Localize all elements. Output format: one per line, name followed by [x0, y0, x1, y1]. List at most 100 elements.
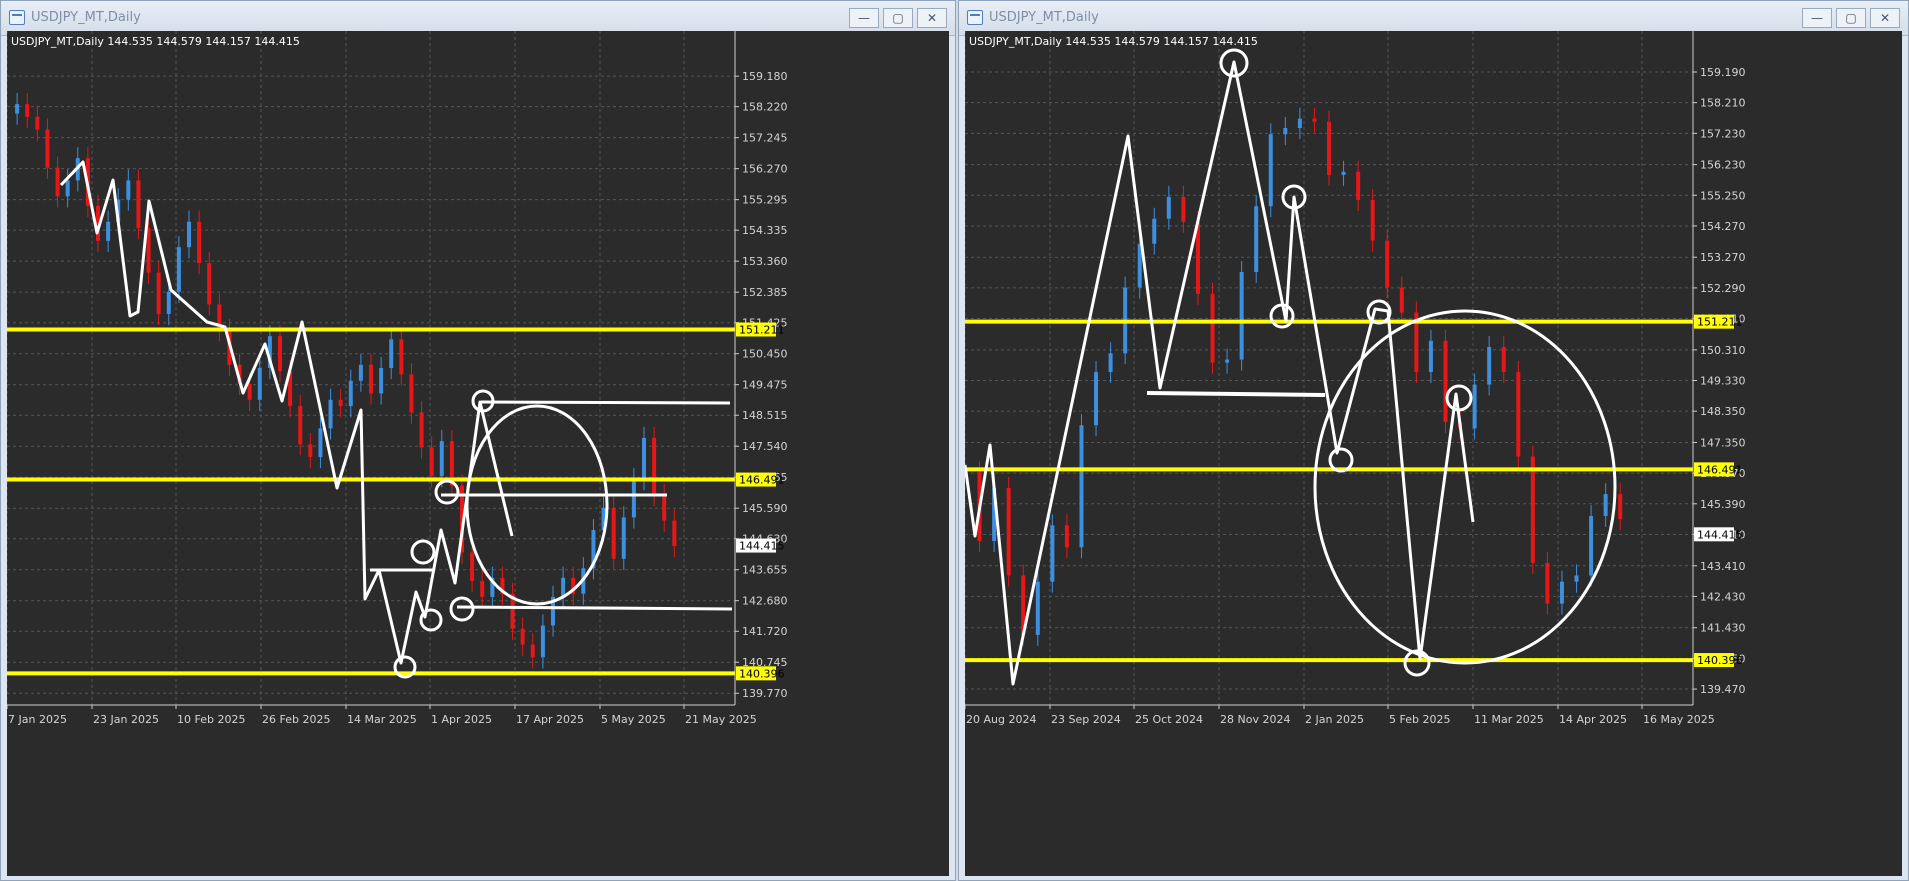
y-tick-label: 155.295	[742, 194, 788, 207]
x-tick-label: 5 Feb 2025	[1389, 713, 1450, 726]
candle-body	[480, 581, 485, 597]
x-tick-label: 16 May 2025	[1643, 713, 1715, 726]
x-tick-label: 20 Aug 2024	[966, 713, 1036, 726]
y-tick-label: 150.450	[742, 348, 788, 361]
candle-body	[1064, 525, 1069, 548]
x-tick-label: 1 Apr 2025	[431, 713, 492, 726]
candle-body	[1297, 118, 1302, 129]
candle-body	[106, 221, 111, 241]
candle-body	[1254, 206, 1259, 272]
chart-window-left[interactable]: USDJPY_MT,Daily — ▢ ✕ USDJPY_MT,Daily 14…	[0, 0, 956, 881]
x-tick-label: 23 Jan 2025	[93, 713, 159, 726]
y-tick-label: 139.770	[742, 687, 788, 700]
candle-body	[470, 552, 475, 582]
candle-body	[308, 444, 313, 458]
candle-body	[389, 339, 394, 368]
x-tick-label: 5 May 2025	[601, 713, 666, 726]
candle-body	[520, 628, 525, 645]
chart-window-right[interactable]: USDJPY_MT,Daily — ▢ ✕ USDJPY_MT,Daily 14…	[958, 0, 1909, 881]
resistance-line	[480, 400, 731, 405]
y-tick-label: 152.290	[1700, 282, 1746, 295]
candle-body	[1545, 562, 1550, 604]
x-tick-label: 21 May 2025	[685, 713, 757, 726]
y-tick-label: 150.310	[1700, 344, 1746, 357]
chart-area[interactable]: USDJPY_MT,Daily 144.535 144.579 144.157 …	[7, 31, 949, 876]
y-tick-label: 139.470	[1700, 683, 1746, 696]
candle-body	[439, 441, 444, 477]
x-tick-label: 14 Mar 2025	[347, 713, 417, 726]
x-tick-label: 28 Nov 2024	[1220, 713, 1290, 726]
y-tick-label: 143.655	[742, 564, 788, 577]
candle-body	[561, 577, 566, 597]
candle-body	[136, 180, 141, 229]
pivot-circle	[434, 479, 460, 505]
current-price-label: 144.415	[1697, 528, 1743, 541]
candle-body	[197, 221, 202, 264]
y-tick-label: 154.270	[1700, 220, 1746, 233]
candle-body	[631, 479, 636, 518]
price-chart[interactable]: USDJPY_MT,Daily 144.535 144.579 144.157 …	[965, 31, 1904, 878]
analysis-drawings	[965, 48, 1617, 686]
candle-body	[1239, 271, 1244, 360]
candle-body	[399, 339, 404, 375]
candle-body	[1094, 372, 1099, 426]
level-badge-label: 146.491	[1697, 463, 1743, 476]
candle-body	[379, 368, 384, 394]
x-tick-label: 14 Apr 2025	[1559, 713, 1627, 726]
levels	[965, 319, 1693, 663]
chart-window-icon	[967, 10, 983, 25]
y-tick-label: 153.360	[742, 255, 788, 268]
candle-body	[35, 116, 40, 130]
chart-area[interactable]: USDJPY_MT,Daily 144.535 144.579 144.157 …	[965, 31, 1902, 876]
level-badge-label: 151.211	[1697, 316, 1743, 329]
chart-header: USDJPY_MT,Daily 144.535 144.579 144.157 …	[969, 35, 1258, 48]
highlight-ellipse	[465, 404, 609, 606]
candle-body	[1589, 516, 1594, 576]
maximize-button[interactable]: ▢	[883, 8, 913, 28]
y-tick-label: 142.680	[742, 595, 788, 608]
candle-body	[15, 104, 20, 114]
candle-body	[1210, 293, 1215, 363]
y-tick-label: 152.385	[742, 286, 788, 299]
candle-body	[1327, 121, 1331, 175]
candle-body	[642, 437, 646, 480]
minimize-button[interactable]: —	[1802, 8, 1832, 28]
x-tick-label: 26 Feb 2025	[262, 713, 330, 726]
maximize-button[interactable]: ▢	[1836, 8, 1866, 28]
y-tick-label: 157.230	[1700, 127, 1746, 140]
candle-body	[25, 104, 30, 117]
x-tick-label: 23 Sep 2024	[1051, 713, 1121, 726]
x-tick-label: 2 Jan 2025	[1305, 713, 1364, 726]
candle-body	[298, 406, 303, 445]
x-tick-label: 10 Feb 2025	[177, 713, 245, 726]
candle-body	[1050, 525, 1055, 582]
y-tick-label: 155.250	[1700, 189, 1746, 202]
y-tick-label: 159.180	[742, 70, 788, 83]
y-tick-label: 143.410	[1700, 560, 1746, 573]
candle-body	[611, 507, 616, 559]
close-button[interactable]: ✕	[917, 8, 947, 28]
y-tick-label: 141.430	[1700, 622, 1746, 635]
candle-body	[1443, 340, 1448, 423]
candle-body	[1603, 494, 1608, 517]
candle-body	[328, 399, 333, 429]
candle-body	[429, 447, 434, 477]
level-badge-label: 140.396	[1697, 654, 1743, 667]
candle-body	[1370, 199, 1375, 241]
close-button[interactable]: ✕	[1870, 8, 1900, 28]
candle-body	[1487, 347, 1492, 385]
candle-body	[358, 364, 363, 381]
minimize-button[interactable]: —	[849, 8, 879, 28]
candle-body	[1341, 171, 1346, 175]
y-tick-label: 147.350	[1700, 436, 1746, 449]
candle-body	[1152, 218, 1157, 244]
window-title: USDJPY_MT,Daily	[31, 10, 141, 25]
current-price-label: 144.415	[739, 540, 785, 553]
y-tick-label: 157.245	[742, 132, 788, 145]
candle-body	[176, 247, 181, 292]
candle-body	[348, 380, 353, 407]
x-tick-label: 7 Jan 2025	[8, 713, 67, 726]
axes: 159.180 158.220 157.245 156.270 155.295 154.3…	[7, 31, 788, 726]
candle-body	[621, 517, 626, 559]
price-chart[interactable]: USDJPY_MT,Daily 144.535 144.579 144.157 …	[7, 31, 951, 878]
